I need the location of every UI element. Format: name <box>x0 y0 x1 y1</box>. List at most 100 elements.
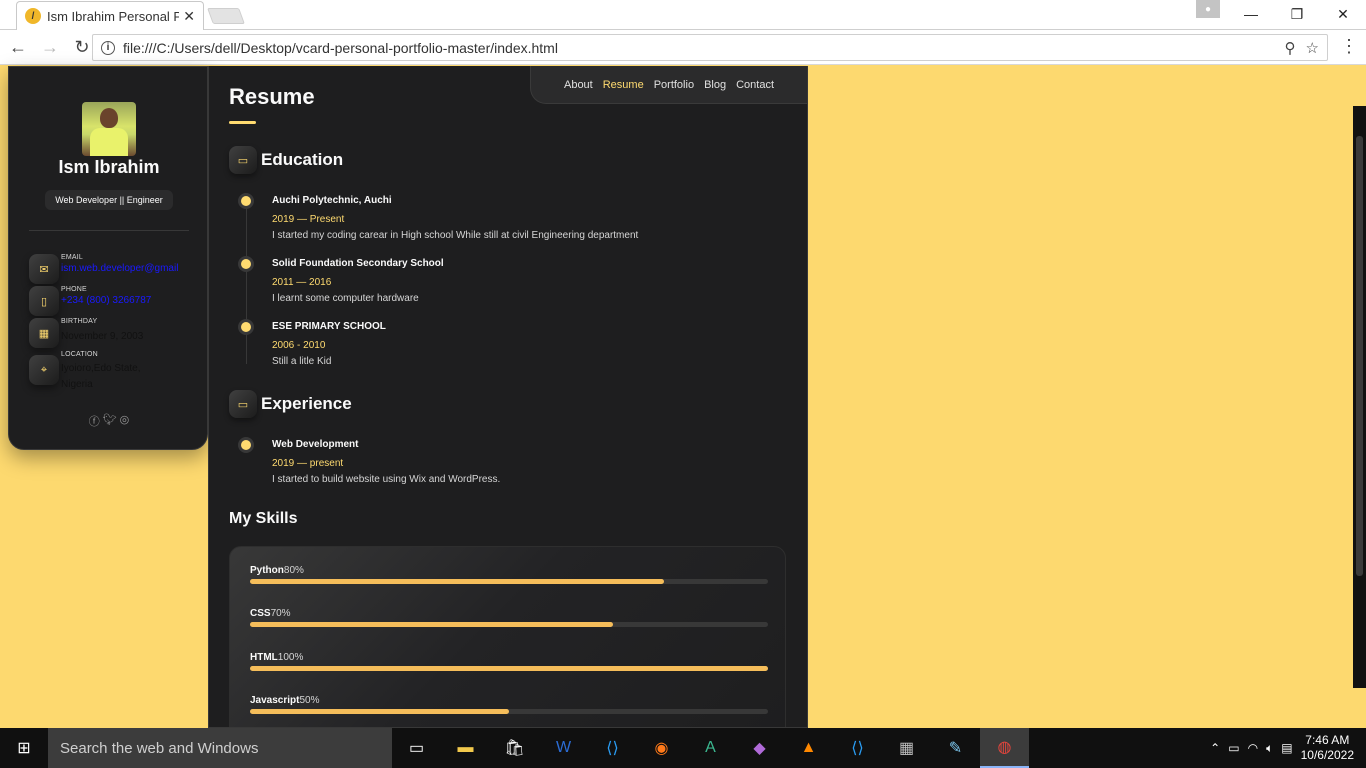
title-underline <box>229 121 256 124</box>
scrollbar-thumb[interactable] <box>1356 136 1363 576</box>
timeline-date: 2019 — Present <box>272 214 345 225</box>
vscode-2-icon[interactable]: ⟨⟩ <box>833 728 882 768</box>
windows-start-icon[interactable]: ⊞ <box>0 728 48 768</box>
taskbar-apps: ▭ ▬ 🛍︎ W ⟨⟩ ◉ A ◆ ▲ ⟨⟩ ▦ ✎ ◍ <box>392 728 1029 768</box>
timeline-text: I started my coding carear in High schoo… <box>272 230 639 241</box>
skill-progress-track <box>250 622 768 627</box>
back-icon[interactable]: ← <box>4 33 32 61</box>
book-icon: ▭ <box>229 146 257 174</box>
avatar-face <box>100 108 118 128</box>
word-icon[interactable]: W <box>539 728 588 768</box>
skill-name: HTML <box>250 652 278 663</box>
browser-tab[interactable]: / Ism Ibrahim Personal Por ✕ <box>16 1 204 30</box>
skill-item: Javascript50% <box>250 695 768 714</box>
bookmark-star-icon[interactable]: ☆ <box>1306 39 1319 57</box>
store-icon[interactable]: 🛍︎ <box>490 728 539 768</box>
mail-icon: ✉ <box>29 254 59 284</box>
restore-icon[interactable]: ❐ <box>1274 0 1320 28</box>
nav-resume[interactable]: Resume <box>603 79 644 91</box>
timeline-dot <box>241 259 251 269</box>
close-window-icon[interactable]: ✕ <box>1320 0 1366 28</box>
contact-label: EMAIL <box>61 254 84 261</box>
phone-icon: ▯ <box>29 286 59 316</box>
skill-progress-fill <box>250 622 613 627</box>
skill-label: Javascript50% <box>250 695 768 706</box>
timeline-text: Still a litle Kid <box>272 356 332 367</box>
nav-contact[interactable]: Contact <box>736 79 774 91</box>
timeline-text: I learnt some computer hardware <box>272 293 419 304</box>
sandbox-icon[interactable]: ▦ <box>882 728 931 768</box>
skill-percent: 80% <box>283 565 304 576</box>
url-text: file:///C:/Users/dell/Desktop/vcard-pers… <box>123 39 558 56</box>
show-hidden-icons[interactable]: ⌃ <box>1210 741 1220 755</box>
nav-portfolio[interactable]: Portfolio <box>654 79 694 91</box>
battery-icon[interactable]: ▭ <box>1228 741 1239 755</box>
forward-icon[interactable]: → <box>36 33 64 61</box>
wifi-icon[interactable]: ◠ <box>1248 741 1258 755</box>
editor-icon[interactable]: A <box>686 728 735 768</box>
experience-heading-text: Experience <box>261 394 352 413</box>
minimize-icon[interactable]: — <box>1228 0 1274 28</box>
address-bar[interactable]: i file:///C:/Users/dell/Desktop/vcard-pe… <box>92 34 1328 61</box>
timeline-line <box>246 204 247 364</box>
volume-icon[interactable]: 🔈︎ <box>1266 741 1273 756</box>
nav-blog[interactable]: Blog <box>704 79 726 91</box>
experience-heading: ▭ Experience <box>229 390 352 418</box>
facebook-icon[interactable]: ⓕ <box>89 413 100 429</box>
file-explorer-icon[interactable]: ▬ <box>441 728 490 768</box>
avatar <box>82 102 136 156</box>
calendar-icon: ▦ <box>29 318 59 348</box>
timeline-title: Auchi Polytechnic, Auchi <box>272 195 392 206</box>
timeline-title: Web Development <box>272 439 359 450</box>
info-icon[interactable]: i <box>101 40 115 55</box>
new-tab-button[interactable] <box>207 8 245 24</box>
skill-progress-fill <box>250 709 509 714</box>
firefox-icon[interactable]: ◉ <box>637 728 686 768</box>
zoom-icon[interactable]: ⚲ <box>1285 39 1296 57</box>
page-title: Resume <box>229 84 315 109</box>
skill-percent: 70% <box>270 608 291 619</box>
skills-heading: My Skills <box>229 510 298 527</box>
timeline-text: I started to build website using Wix and… <box>272 474 501 485</box>
profile-icon[interactable]: ● <box>1196 0 1220 18</box>
notification-icon[interactable]: ▤ <box>1281 741 1292 755</box>
birthday-value: November 9, 2003 <box>61 331 144 342</box>
paint-icon[interactable]: ✎ <box>931 728 980 768</box>
skill-label: Python80% <box>250 565 768 576</box>
skills-list: Python80% CSS70% HTML100% Javascript50% <box>229 546 786 727</box>
email-link[interactable]: ism.web.developer@gmail <box>61 263 178 274</box>
timeline-date: 2019 — present <box>272 458 344 469</box>
skill-percent: 100% <box>277 652 304 663</box>
skill-progress-track <box>250 709 768 714</box>
skill-name: CSS <box>250 608 271 619</box>
taskbar-search[interactable]: Search the web and Windows <box>48 728 392 768</box>
phone-link[interactable]: +234 (800) 3266787 <box>61 295 151 306</box>
skill-item: Python80% <box>250 565 768 584</box>
skill-progress-track <box>250 579 768 584</box>
tab-title: Ism Ibrahim Personal Por <box>47 8 180 24</box>
vscode-icon[interactable]: ⟨⟩ <box>588 728 637 768</box>
task-view-icon[interactable]: ▭ <box>392 728 441 768</box>
timeline-dot <box>241 440 251 450</box>
close-tab-icon[interactable]: ✕ <box>183 8 195 25</box>
contact-label: PHONE <box>61 286 87 293</box>
divider <box>29 230 189 231</box>
timeline-dot <box>241 322 251 332</box>
vlc-icon[interactable]: ▲ <box>784 728 833 768</box>
clock-time: 7:46 AM <box>1305 733 1350 747</box>
instagram-icon[interactable]: ◎ <box>120 413 130 429</box>
twitter-icon[interactable]: 🐦︎ <box>103 413 117 429</box>
skill-name: Python <box>250 565 284 576</box>
taskbar-clock[interactable]: 7:46 AM 10/6/2022 <box>1301 733 1354 763</box>
skill-name: Javascript <box>250 695 300 706</box>
windows-taskbar: ⊞ Search the web and Windows ▭ ▬ 🛍︎ W ⟨⟩… <box>0 728 1366 768</box>
app-icon[interactable]: ◆ <box>735 728 784 768</box>
menu-icon[interactable]: ⋮ <box>1340 36 1358 57</box>
skill-label: CSS70% <box>250 608 768 619</box>
nav-about[interactable]: About <box>564 79 593 91</box>
social-links: ⓕ 🐦︎ ◎ <box>9 413 209 429</box>
chrome-icon[interactable]: ◍ <box>980 728 1029 768</box>
page-scrollbar[interactable] <box>1353 106 1366 688</box>
skill-percent: 50% <box>299 695 320 706</box>
timeline-title: ESE PRIMARY SCHOOL <box>272 321 386 332</box>
